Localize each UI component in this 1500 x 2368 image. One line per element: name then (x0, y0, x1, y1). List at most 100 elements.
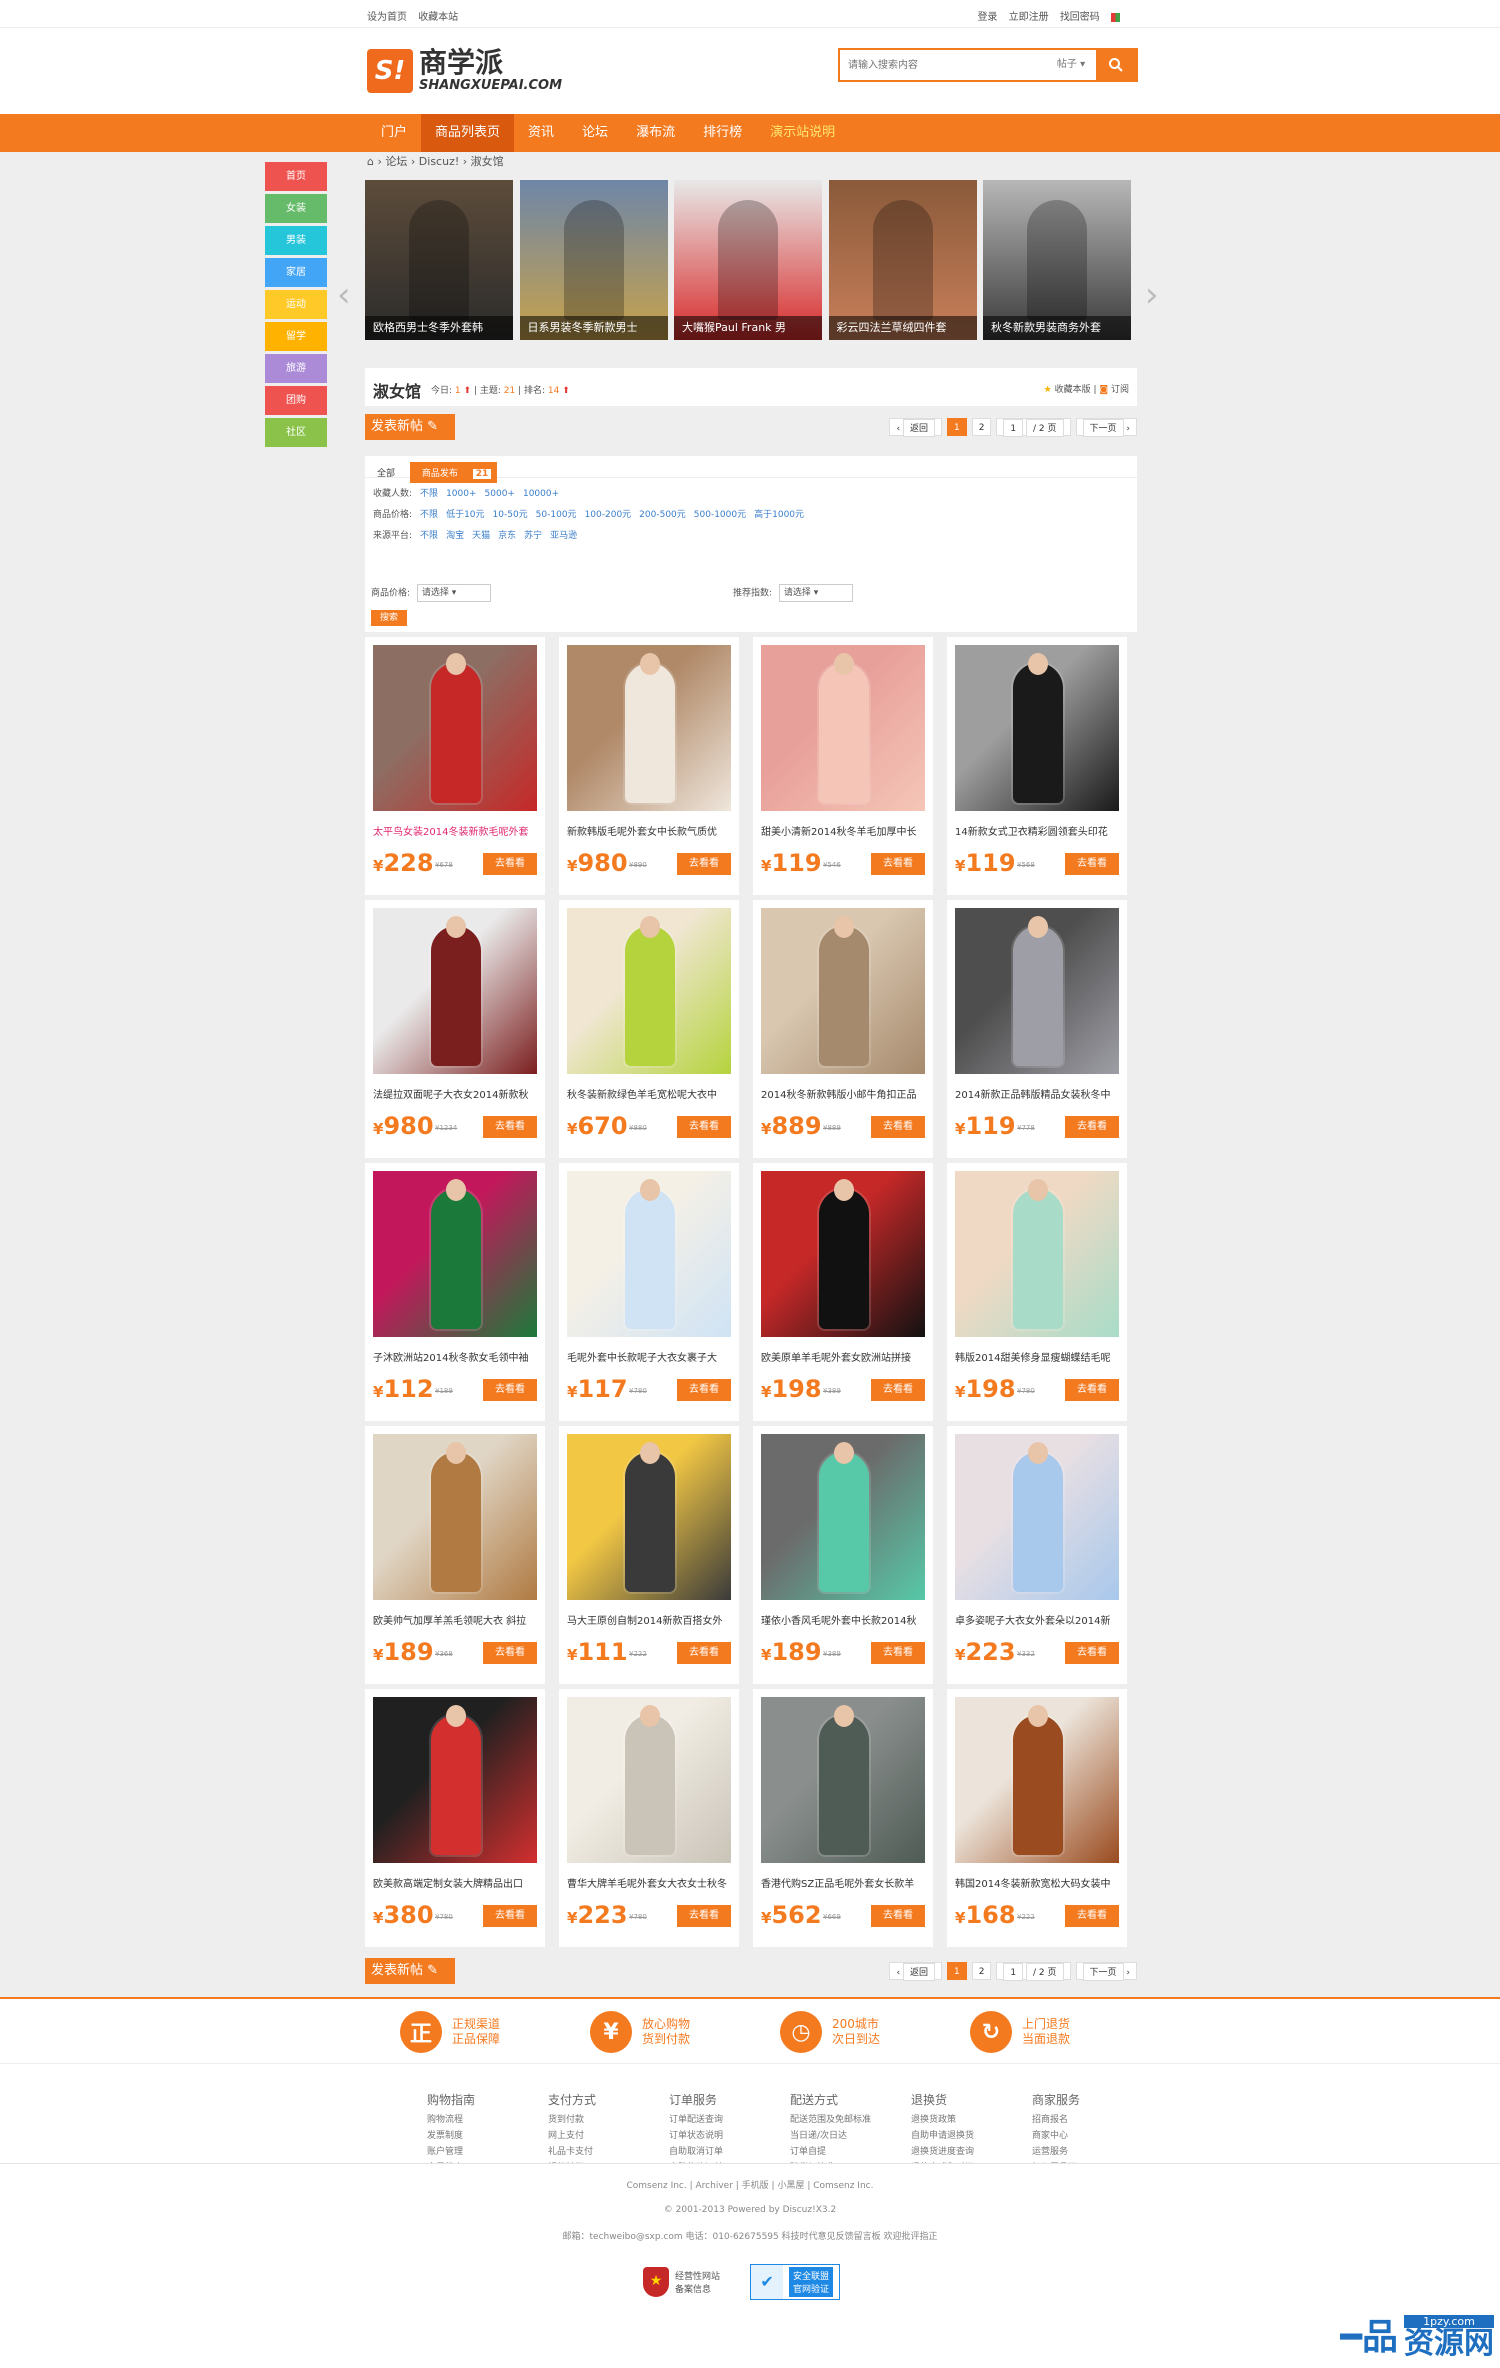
go-see-button[interactable]: 去看看 (677, 853, 731, 875)
go-see-button[interactable]: 去看看 (677, 1642, 731, 1664)
product-title[interactable]: 太平鸟女装2014冬装新款毛呢外套 (373, 823, 537, 838)
search-scope-select[interactable]: 帖子 ▾ (1046, 50, 1096, 80)
category-item[interactable]: 团购 (265, 386, 327, 415)
filter-option[interactable]: 高于1000元 (754, 510, 804, 520)
product-title[interactable]: 秋冬装新款绿色羊毛宽松呢大衣中 (567, 1086, 731, 1101)
nav-portal[interactable]: 门户 (367, 114, 421, 152)
footer-link[interactable]: 订单配送查询 (669, 2112, 723, 2128)
product-image[interactable] (373, 645, 537, 811)
product-title[interactable]: 韩版2014甜美修身显瘦蝴蝶结毛呢 (955, 1349, 1119, 1364)
footer-link[interactable]: 礼品卡支付 (548, 2144, 596, 2160)
nav-product-list[interactable]: 商品列表页 (421, 114, 515, 152)
product-image[interactable] (955, 1697, 1119, 1863)
product-image[interactable] (373, 908, 537, 1074)
breadcrumb-forum[interactable]: 论坛 (385, 155, 407, 168)
filter-option[interactable]: 淘宝 (446, 531, 464, 541)
category-item[interactable]: 男装 (265, 226, 327, 255)
product-card[interactable]: 秋冬装新款绿色羊毛宽松呢大衣中 ¥670 ¥880 去看看 (559, 900, 739, 1158)
page-input[interactable]: 1 / 2 页 (996, 1962, 1071, 1981)
filter-option[interactable]: 不限 (420, 489, 438, 499)
footer-link[interactable]: 账户管理 (427, 2144, 475, 2160)
product-card[interactable]: 法缇拉双面呢子大衣女2014新款秋 ¥980 ¥1234 去看看 (365, 900, 545, 1158)
go-see-button[interactable]: 去看看 (483, 1905, 537, 1927)
product-card[interactable]: 太平鸟女装2014冬装新款毛呢外套 ¥228 ¥678 去看看 (365, 637, 545, 895)
filter-search-button[interactable]: 搜索 (371, 610, 407, 626)
footer-nav-link[interactable]: 小黑屋 (777, 2181, 804, 2191)
product-title[interactable]: 法缇拉双面呢子大衣女2014新款秋 (373, 1086, 537, 1101)
new-post-button-bottom[interactable]: 发表新帖 ✎ (365, 1958, 455, 1984)
product-image[interactable] (567, 908, 731, 1074)
product-image[interactable] (955, 1171, 1119, 1337)
product-title[interactable]: 2014秋冬新款韩版小邮牛角扣正品 (761, 1086, 925, 1101)
register-link[interactable]: 立即注册 (1009, 12, 1049, 23)
price-select[interactable]: 请选择 ▾ (416, 584, 491, 602)
product-title[interactable]: 瑾依小香风毛呢外套中长款2014秋 (761, 1612, 925, 1627)
footer-link[interactable]: 订单自提 (790, 2144, 871, 2160)
product-title[interactable]: 欧美款高端定制女装大牌精品出口 (373, 1875, 537, 1890)
filter-option[interactable]: 50-100元 (536, 510, 577, 520)
search-input[interactable] (840, 50, 1046, 80)
site-logo[interactable]: S! 商学派 SHANGXUEPAI.COM (367, 48, 562, 93)
go-see-button[interactable]: 去看看 (1065, 1905, 1119, 1927)
filter-option[interactable]: 100-200元 (585, 510, 632, 520)
home-icon[interactable]: ⌂ (367, 155, 374, 168)
subscribe-link[interactable]: 订阅 (1111, 385, 1129, 395)
tab-product-post[interactable]: 商品发布 21 (409, 462, 498, 483)
icp-badge[interactable]: ★ 经营性网站 备案信息 (643, 2264, 720, 2300)
go-see-button[interactable]: 去看看 (871, 1642, 925, 1664)
page-2[interactable]: 2 (971, 1962, 992, 1980)
category-item[interactable]: 女装 (265, 194, 327, 223)
next-page-button[interactable]: 下一页 › (1075, 1962, 1137, 1981)
product-card[interactable]: 2014秋冬新款韩版小邮牛角扣正品 ¥889 ¥889 去看看 (753, 900, 933, 1158)
filter-option[interactable]: 京东 (498, 531, 516, 541)
product-card[interactable]: 毛呢外套中长款呢子大衣女裹子大 ¥117 ¥780 去看看 (559, 1163, 739, 1421)
product-image[interactable] (373, 1434, 537, 1600)
footer-link[interactable]: 退换货政策 (911, 2112, 974, 2128)
product-image[interactable] (373, 1171, 537, 1337)
product-card[interactable]: 韩版2014甜美修身显瘦蝴蝶结毛呢 ¥198 ¥780 去看看 (947, 1163, 1127, 1421)
filter-option[interactable]: 不限 (420, 531, 438, 541)
product-card[interactable]: 欧美帅气加厚羊羔毛领呢大衣 斜拉 ¥189 ¥368 去看看 (365, 1426, 545, 1684)
filter-option[interactable]: 天猫 (472, 531, 490, 541)
footer-nav-link[interactable]: 手机版 (742, 2181, 769, 2191)
product-title[interactable]: 甜美小清新2014秋冬羊毛加厚中长 (761, 823, 925, 838)
go-see-button[interactable]: 去看看 (1065, 1116, 1119, 1138)
page-2[interactable]: 2 (971, 418, 992, 436)
nav-demo[interactable]: 演示站说明 (756, 114, 849, 152)
footer-nav-link[interactable]: Archiver (696, 2181, 733, 2191)
page-input[interactable]: 1 / 2 页 (996, 418, 1071, 437)
product-card[interactable]: 马大王原创自制2014新款百搭女外 ¥111 ¥222 去看看 (559, 1426, 739, 1684)
set-home-link[interactable]: 设为首页 (367, 12, 407, 23)
filter-option[interactable]: 500-1000元 (694, 510, 746, 520)
product-card[interactable]: 瑾依小香风毛呢外套中长款2014秋 ¥189 ¥389 去看看 (753, 1426, 933, 1684)
product-title[interactable]: 卓多姿呢子大衣女外套朵以2014新 (955, 1612, 1119, 1627)
filter-option[interactable]: 10000+ (523, 489, 559, 499)
product-title[interactable]: 2014新款正品韩版精品女装秋冬中 (955, 1086, 1119, 1101)
category-item[interactable]: 社区 (265, 418, 327, 447)
product-card[interactable]: 欧美款高端定制女装大牌精品出口 ¥380 ¥780 去看看 (365, 1689, 545, 1947)
filter-option[interactable]: 不限 (420, 510, 438, 520)
product-image[interactable] (955, 1434, 1119, 1600)
go-see-button[interactable]: 去看看 (1065, 1379, 1119, 1401)
search-button[interactable] (1096, 50, 1136, 80)
go-see-button[interactable]: 去看看 (1065, 853, 1119, 875)
category-item[interactable]: 运动 (265, 290, 327, 319)
filter-option[interactable]: 1000+ (446, 489, 476, 499)
go-see-button[interactable]: 去看看 (483, 1116, 537, 1138)
product-image[interactable] (567, 645, 731, 811)
go-see-button[interactable]: 去看看 (871, 1905, 925, 1927)
breadcrumb-discuz[interactable]: Discuz! (419, 155, 459, 168)
category-item[interactable]: 旅游 (265, 354, 327, 383)
product-image[interactable] (761, 1434, 925, 1600)
product-title[interactable]: 韩国2014冬装新款宽松大码女装中 (955, 1875, 1119, 1890)
filter-option[interactable]: 苏宁 (524, 531, 542, 541)
slider-next-icon[interactable]: › (1145, 275, 1165, 315)
slider-prev-icon[interactable]: ‹ (337, 275, 357, 315)
forgot-password-link[interactable]: 找回密码 (1060, 12, 1100, 23)
slider-item[interactable]: 大嘴猴Paul Frank 男 (674, 180, 822, 340)
category-item[interactable]: 留学 (265, 322, 327, 351)
product-title[interactable]: 欧美帅气加厚羊羔毛领呢大衣 斜拉 (373, 1612, 537, 1627)
go-see-button[interactable]: 去看看 (677, 1116, 731, 1138)
category-item[interactable]: 首页 (265, 162, 327, 191)
page-1[interactable]: 1 (946, 1962, 967, 1980)
